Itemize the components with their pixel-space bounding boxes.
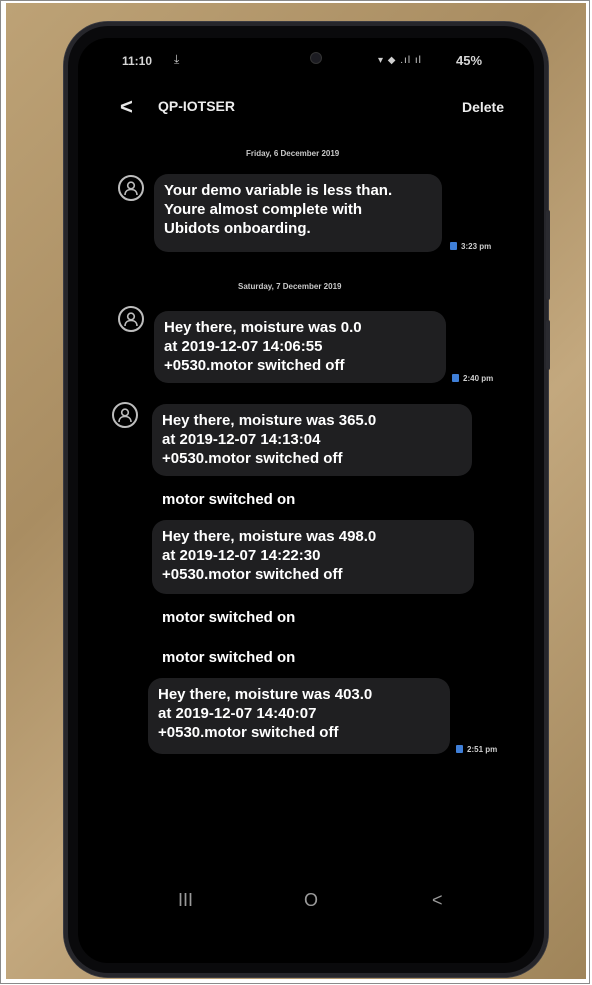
sim-badge-icon — [456, 745, 463, 753]
power-button — [546, 320, 550, 370]
status-time: 11:10 — [122, 54, 153, 68]
message-bubble[interactable]: Your demo variable is less than. Youre a… — [154, 174, 442, 252]
message-time: 3:23 pm — [450, 242, 491, 251]
volume-button — [546, 210, 550, 300]
contact-avatar-icon[interactable] — [118, 306, 144, 332]
recents-button-icon[interactable]: III — [178, 890, 193, 911]
message-time: 2:40 pm — [452, 374, 493, 383]
front-camera — [310, 52, 322, 64]
message-text[interactable]: motor switched on — [162, 608, 295, 627]
date-separator: Friday, 6 December 2019 — [246, 149, 340, 158]
home-button-icon[interactable]: O — [304, 890, 318, 911]
contact-avatar-icon[interactable] — [118, 175, 144, 201]
message-bubble[interactable]: Hey there, moisture was 0.0 at 2019-12-0… — [154, 311, 446, 383]
message-text[interactable]: motor switched on — [162, 490, 295, 509]
contact-avatar-icon[interactable] — [112, 402, 138, 428]
date-separator: Saturday, 7 December 2019 — [238, 282, 342, 291]
download-icon: ⤓ — [174, 52, 180, 66]
message-bubble[interactable]: Hey there, moisture was 365.0 at 2019-12… — [152, 404, 472, 476]
sim-badge-icon — [450, 242, 457, 250]
message-bubble[interactable]: Hey there, moisture was 498.0 at 2019-12… — [152, 520, 474, 594]
signal-icons: ▾ ◆ .ıl ıl — [378, 55, 422, 66]
phone-screen: 11:10 ⤓ ▾ ◆ .ıl ıl 45% < QP-IOTSER Delet… — [78, 38, 534, 963]
message-text[interactable]: motor switched on — [162, 648, 295, 667]
message-bubble[interactable]: Hey there, moisture was 403.0 at 2019-12… — [148, 678, 450, 754]
back-button-icon[interactable]: < — [432, 890, 443, 911]
sim-badge-icon — [452, 374, 459, 382]
conversation-title: QP-IOTSER — [158, 98, 236, 114]
back-arrow-icon[interactable]: < — [120, 94, 133, 120]
battery-level: 45% — [456, 53, 483, 68]
delete-button[interactable]: Delete — [462, 99, 504, 115]
message-time: 2:51 pm — [456, 745, 497, 754]
